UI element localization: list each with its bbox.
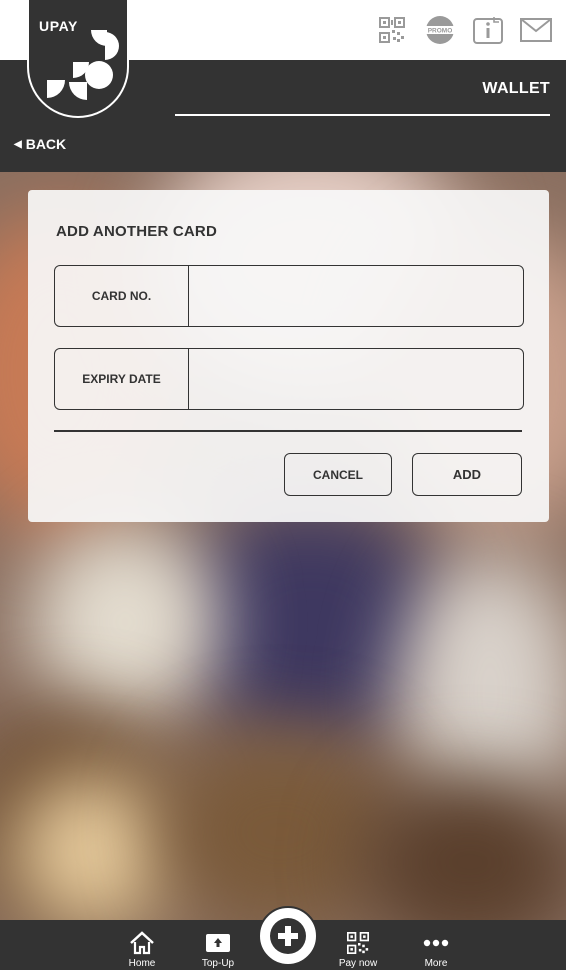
back-button[interactable]: ◀ BACK: [14, 136, 66, 152]
plus-icon: [270, 918, 306, 954]
expiry-date-field: EXPIRY DATE: [54, 348, 524, 410]
cancel-button[interactable]: CANCEL: [284, 453, 392, 496]
nav-label-more: More: [424, 958, 448, 969]
promo-badge-icon[interactable]: PROMO: [424, 14, 456, 46]
nav-label-home: Home: [128, 958, 156, 969]
nav-item-more[interactable]: More: [408, 920, 464, 970]
upay-logo[interactable]: UPAY: [27, 0, 129, 118]
form-divider: [54, 430, 522, 432]
add-card-panel: ADD ANOTHER CARD CARD NO. EXPIRY DATE CA…: [28, 190, 549, 522]
nav-label-pay-now: Pay now: [338, 958, 378, 969]
back-arrow-icon: ◀: [14, 138, 22, 150]
add-fab-button[interactable]: [258, 906, 318, 966]
title-underline: [175, 114, 550, 116]
qr-code-icon[interactable]: [376, 14, 408, 46]
promo-text: PROMO: [428, 28, 453, 35]
page-title: WALLET: [482, 80, 550, 97]
qr-code-icon: [347, 928, 369, 958]
expiry-date-input[interactable]: [189, 349, 523, 409]
card-number-label: CARD NO.: [55, 266, 189, 326]
card-number-input[interactable]: [189, 266, 523, 326]
nav-item-top-up[interactable]: Top-Up: [190, 920, 246, 970]
logo-mark-icon: [47, 30, 119, 100]
card-number-field: CARD NO.: [54, 265, 524, 327]
expiry-date-label: EXPIRY DATE: [55, 349, 189, 409]
back-label: BACK: [25, 136, 67, 152]
add-button[interactable]: ADD: [412, 453, 522, 496]
nav-item-pay-now[interactable]: Pay now: [328, 920, 388, 970]
home-icon: [129, 928, 155, 958]
mail-icon[interactable]: [520, 14, 552, 46]
panel-title: ADD ANOTHER CARD: [56, 223, 217, 240]
more-dots-icon: [423, 928, 449, 958]
nav-label-top-up: Top-Up: [201, 958, 235, 969]
top-up-icon: [205, 928, 231, 958]
info-icon[interactable]: [472, 14, 504, 46]
top-icon-bar: PROMO: [376, 14, 552, 46]
nav-item-home[interactable]: Home: [114, 920, 170, 970]
